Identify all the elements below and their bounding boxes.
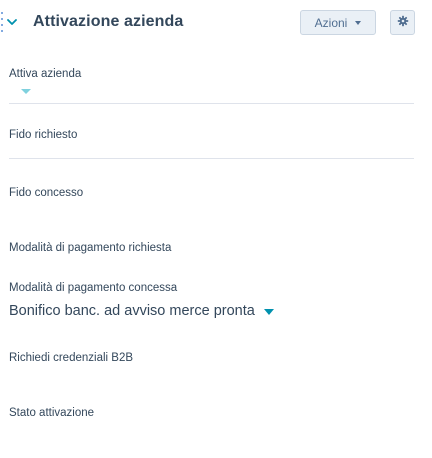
field-label: Fido richiesto <box>9 129 78 141</box>
field-underline <box>9 103 414 104</box>
field-label: Attiva azienda <box>9 68 82 80</box>
field-fido-richiesto[interactable]: Fido richiesto <box>9 128 414 142</box>
payment-method-dropdown[interactable]: Bonifico banc. ad avviso merce pronta <box>9 302 414 320</box>
actions-button-label: Azioni <box>314 15 348 30</box>
caret-down-icon <box>263 308 274 315</box>
gear-icon <box>397 14 409 32</box>
actions-button[interactable]: Azioni <box>300 10 376 35</box>
caret-down-icon <box>355 21 362 25</box>
field-label: Richiedi credenziali B2B <box>9 352 134 364</box>
field-fido-concesso[interactable]: Fido concesso <box>9 186 414 200</box>
settings-button[interactable] <box>390 10 415 35</box>
field-modalita-pagamento-richiesta[interactable]: Modalità di pagamento richiesta <box>9 241 414 255</box>
field-label: Fido concesso <box>9 187 84 199</box>
field-underline <box>9 158 414 159</box>
field-label: Stato attivazione <box>9 407 95 419</box>
dropdown-value: Bonifico banc. ad avviso merce pronta <box>9 303 255 319</box>
field-label: Modalità di pagamento concessa <box>9 282 178 294</box>
caret-down-icon[interactable] <box>21 89 31 94</box>
field-modalita-pagamento-concessa[interactable]: Modalità di pagamento concessa Bonifico … <box>9 281 414 320</box>
card-header: Attivazione azienda Azioni <box>0 0 432 46</box>
card-title[interactable]: Attivazione azienda <box>33 13 183 31</box>
field-stato-attivazione[interactable]: Stato attivazione <box>9 406 414 420</box>
field-label: Modalità di pagamento richiesta <box>9 242 172 254</box>
field-attiva-azienda[interactable]: Attiva azienda <box>9 67 414 81</box>
chevron-down-icon[interactable] <box>6 15 18 29</box>
field-richiedi-credenziali-b2b[interactable]: Richiedi credenziali B2B <box>9 351 414 365</box>
